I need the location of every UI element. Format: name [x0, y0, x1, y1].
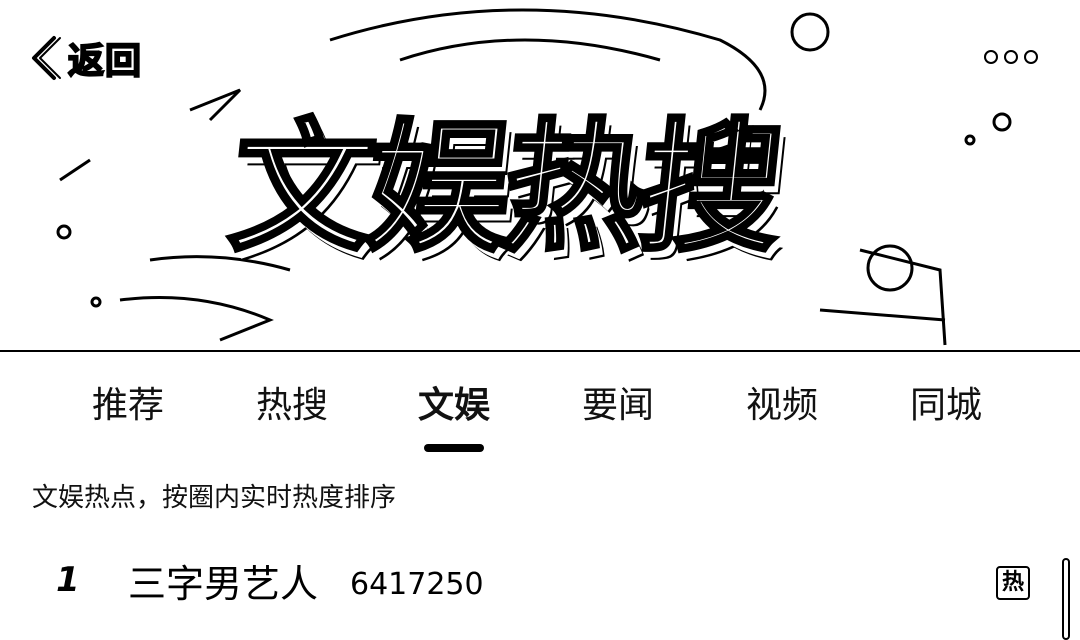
list-item[interactable]: 1 三字男艺人 6417250 热	[0, 556, 1080, 616]
more-dot-icon	[1004, 50, 1018, 64]
heat-value: 6417250	[350, 567, 484, 602]
tab-recommend[interactable]: 推荐	[90, 378, 166, 434]
category-tabs: 推荐 热搜 文娱 要闻 视频 同城	[0, 378, 1080, 448]
tab-hot-search[interactable]: 热搜	[254, 378, 330, 434]
hot-badge: 热	[996, 566, 1030, 600]
back-label: 返回	[67, 40, 143, 83]
more-dot-icon	[984, 50, 998, 64]
active-tab-indicator	[424, 444, 484, 452]
chevron-left-icon	[32, 36, 61, 80]
banner-divider	[0, 350, 1080, 352]
scrollbar[interactable]	[1062, 558, 1070, 640]
back-button[interactable]: 返回	[28, 32, 142, 84]
tab-video[interactable]: 视频	[744, 378, 820, 434]
list-description: 文娱热点，按圈内实时热度排序	[32, 483, 397, 513]
more-button[interactable]	[984, 44, 1048, 70]
tab-local[interactable]: 同城	[908, 378, 984, 434]
tab-news[interactable]: 要闻	[580, 378, 656, 434]
tab-entertainment[interactable]: 文娱	[416, 378, 492, 434]
more-dot-icon	[1024, 50, 1038, 64]
item-title: 三字男艺人	[128, 562, 319, 606]
banner-title: 文娱热搜	[221, 104, 786, 273]
rank-number: 1	[56, 560, 80, 600]
banner: 文娱热搜	[0, 0, 1080, 352]
